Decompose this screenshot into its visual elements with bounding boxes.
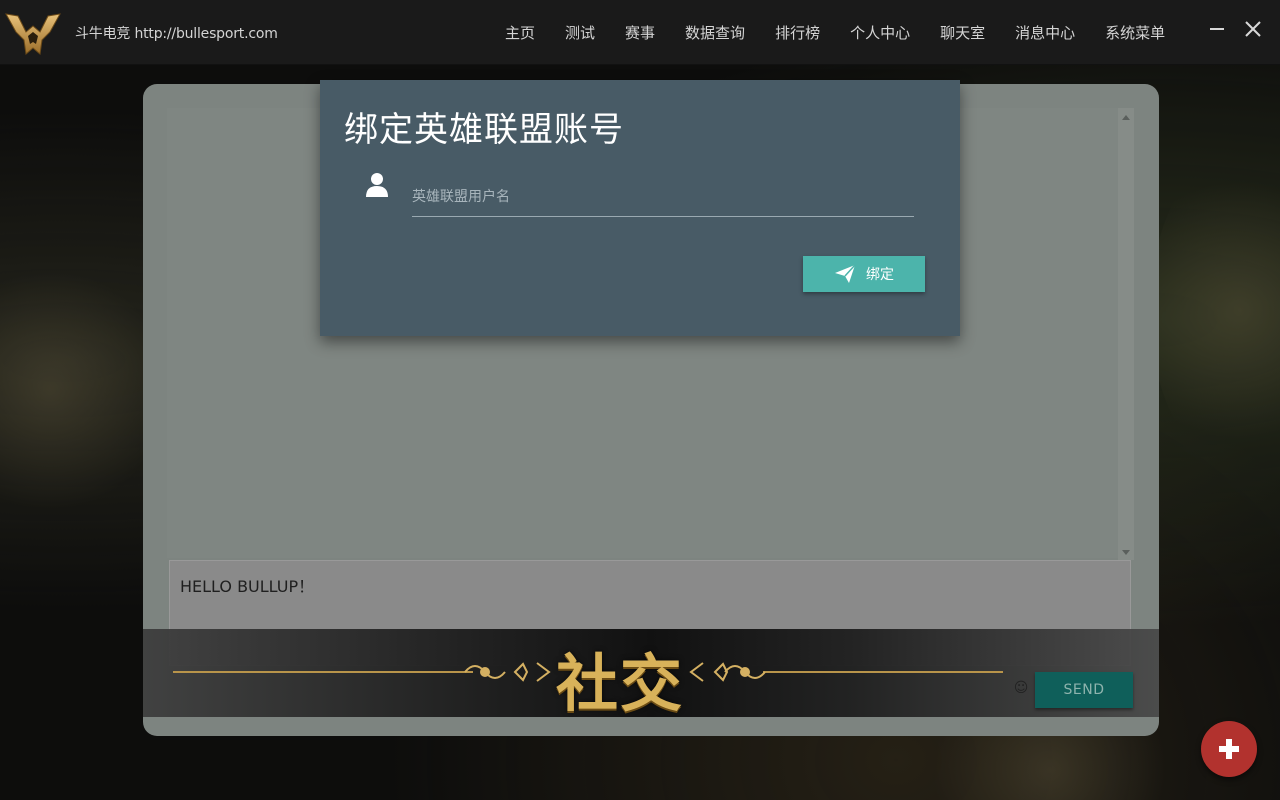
top-bar: 斗牛电竞 http://bullesport.com 主页 测试 赛事 数据查询… bbox=[0, 0, 1280, 65]
scroll-up-arrow-icon[interactable] bbox=[1122, 115, 1130, 120]
close-icon[interactable] bbox=[1240, 16, 1266, 42]
bind-button[interactable]: 绑定 bbox=[803, 256, 925, 292]
paper-plane-icon bbox=[835, 264, 856, 283]
bull-horns-logo bbox=[5, 13, 61, 55]
nav-home[interactable]: 主页 bbox=[490, 22, 550, 44]
nav-test[interactable]: 测试 bbox=[550, 22, 610, 44]
brand-text: 斗牛电竞 http://bullesport.com bbox=[75, 26, 278, 42]
user-icon bbox=[366, 173, 388, 197]
main-nav: 主页 测试 赛事 数据查询 排行榜 个人中心 聊天室 消息中心 系统菜单 bbox=[490, 22, 1180, 44]
add-action-button[interactable] bbox=[1201, 721, 1257, 777]
send-button[interactable]: SEND bbox=[1035, 672, 1133, 708]
nav-profile[interactable]: 个人中心 bbox=[835, 22, 925, 44]
banner-title: 社交 bbox=[555, 647, 684, 720]
background-art-right bbox=[1150, 150, 1280, 470]
nav-data-query[interactable]: 数据查询 bbox=[670, 22, 760, 44]
social-banner: 社交 bbox=[143, 629, 1159, 720]
nav-messages[interactable]: 消息中心 bbox=[1000, 22, 1090, 44]
nav-chatroom[interactable]: 聊天室 bbox=[925, 22, 1000, 44]
emoji-icon[interactable]: ☺ bbox=[1013, 680, 1029, 696]
nav-events[interactable]: 赛事 bbox=[610, 22, 670, 44]
message-scrollbar[interactable] bbox=[1118, 108, 1134, 560]
nav-leaderboard[interactable]: 排行榜 bbox=[760, 22, 835, 44]
scroll-down-arrow-icon[interactable] bbox=[1122, 550, 1130, 555]
minimize-icon[interactable] bbox=[1204, 16, 1230, 42]
bind-account-modal: 绑定英雄联盟账号 绑定 bbox=[320, 80, 960, 336]
lol-username-input[interactable] bbox=[412, 178, 914, 217]
bind-button-label: 绑定 bbox=[866, 267, 894, 283]
plus-icon bbox=[1219, 739, 1239, 759]
background-art-left bbox=[0, 260, 160, 520]
nav-system-menu[interactable]: 系统菜单 bbox=[1090, 22, 1180, 44]
modal-title: 绑定英雄联盟账号 bbox=[344, 110, 624, 150]
